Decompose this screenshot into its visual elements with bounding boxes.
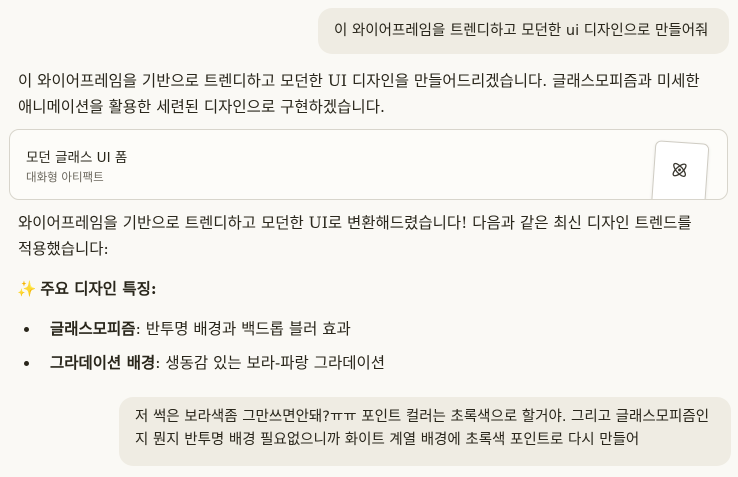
feature-term: 글래스모피즘 [50,319,136,338]
feature-term: 그라데이션 배경 [50,353,156,372]
artifact-thumbnail [650,140,710,199]
assistant-message-1: 이 와이어프레임을 기반으로 트렌디하고 모던한 UI 디자인을 만들어드리겠습… [18,72,700,116]
user-message-1-text: 이 와이어프레임을 트렌디하고 모던한 ui 디자인으로 만들어줘 [334,23,709,39]
bullet-dot [24,361,29,366]
sparkles-icon: ✨ [17,280,37,298]
feature-desc: : 생동감 있는 보라-파랑 그라데이션 [155,354,386,372]
user-message-2-text: 저 썩은 보라색좀 그만쓰면안돼?ㅠㅠ 포인트 컬러는 초록색으로 할거야. 그… [135,409,710,448]
bullet-dot [24,327,29,332]
artifact-subtitle: 대화형 아티팩트 [26,170,104,184]
atom-icon [672,162,687,177]
assistant-message-2: 와이어프레임을 기반으로 트렌디하고 모던한 UI로 변환해드렸습니다! 다음과… [18,214,692,258]
artifact-title: 모던 글래스 UI 폼 [26,150,128,166]
user-message-1: 이 와이어프레임을 트렌디하고 모던한 ui 디자인으로 만들어줘 [318,8,729,54]
features-heading: ✨ 주요 디자인 특징: [17,277,157,301]
features-heading-text: 주요 디자인 특징: [40,279,157,298]
user-message-2: 저 썩은 보라색좀 그만쓰면안돼?ㅠㅠ 포인트 컬러는 초록색으로 할거야. 그… [119,397,731,466]
artifact-card[interactable]: 모던 글래스 UI 폼 대화형 아티팩트 [9,129,728,200]
feature-desc: : 반투명 배경과 백드롭 블러 효과 [135,320,351,338]
